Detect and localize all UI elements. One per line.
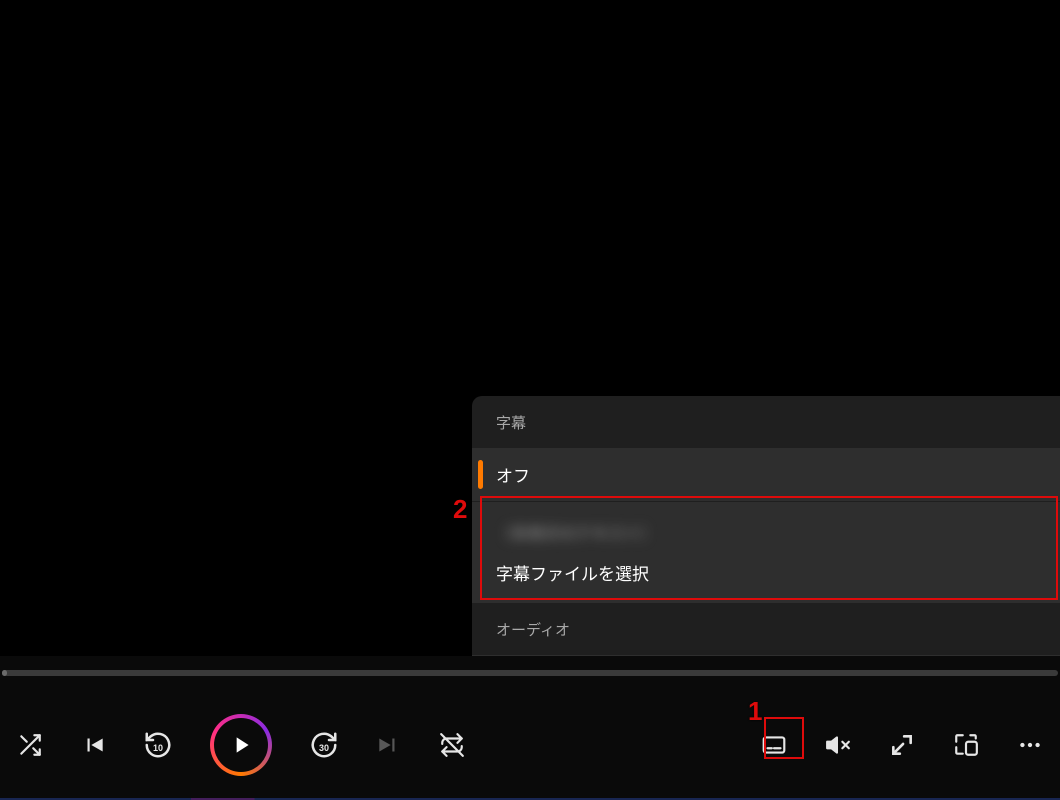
control-bar: 10 30 [0,690,1060,800]
subtitles-icon [761,732,787,758]
previous-button[interactable] [76,727,112,763]
skip-back-amount: 10 [153,743,163,753]
media-player: 字幕 オフ （非表示のテキスト） 字幕ファイルを選択 オーディオ オーディオ 1 [0,0,1060,800]
subtitle-section-header: 字幕 [472,396,1060,447]
control-bar-left: 10 30 [12,714,756,776]
subtitle-option-blurred[interactable]: （非表示のテキスト） [472,502,1060,552]
audio-section-header: オーディオ [472,603,1060,654]
fullscreen-button[interactable] [884,727,920,763]
shuffle-button[interactable] [12,727,48,763]
mini-player-button[interactable] [948,727,984,763]
play-button[interactable] [210,714,272,776]
repeat-off-button[interactable] [434,727,470,763]
play-button-inner [214,718,268,772]
subtitle-option-off-label: オフ [496,462,530,487]
subtitle-option-blurred-text: （非表示のテキスト） [496,520,1036,544]
progress-fill [2,670,7,676]
fullscreen-icon [889,732,915,758]
skip-forward-amount: 30 [319,743,329,753]
skip-forward-30-button[interactable]: 30 [306,727,342,763]
subtitle-option-off[interactable]: オフ [472,448,1060,501]
volume-mute-icon [825,732,851,758]
bottom-panel: 10 30 [0,656,1060,800]
progress-track [2,670,1058,676]
skip-next-icon [375,732,401,758]
subtitle-choose-file-label: 字幕ファイルを選択 [496,565,649,584]
play-icon [228,732,254,758]
subtitle-choose-file[interactable]: 字幕ファイルを選択 [472,552,1060,603]
more-options-button[interactable] [1012,727,1048,763]
shuffle-icon [17,732,43,758]
skip-previous-icon [81,732,107,758]
mute-button[interactable] [820,727,856,763]
subtitles-button[interactable] [756,727,792,763]
next-button[interactable] [370,727,406,763]
mini-player-icon [953,732,979,758]
skip-back-10-button[interactable]: 10 [140,727,176,763]
control-bar-right [756,727,1048,763]
repeat-off-icon [439,732,465,758]
progress-bar[interactable] [0,656,1060,690]
more-horizontal-icon [1017,732,1043,758]
